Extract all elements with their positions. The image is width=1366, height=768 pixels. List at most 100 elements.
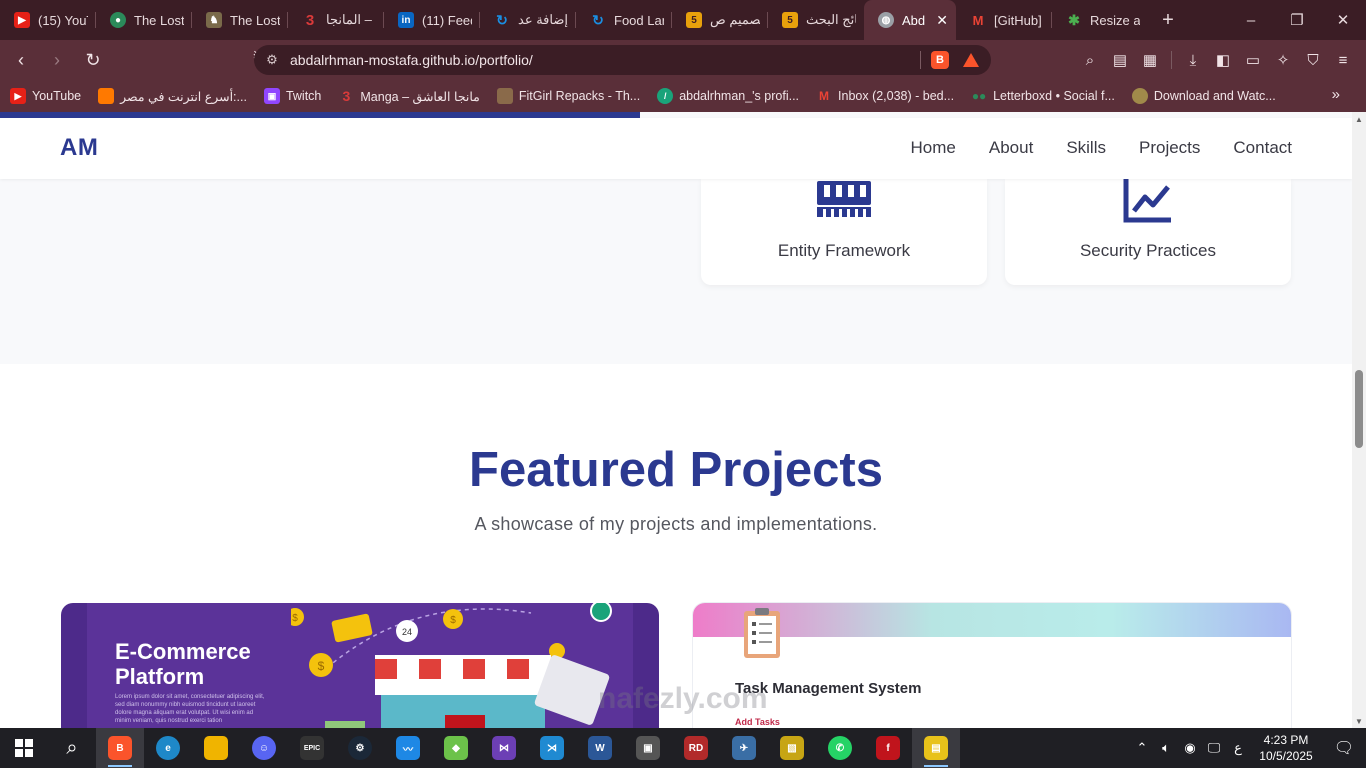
tab-linkedin[interactable]: in (11) Feed <box>384 0 480 40</box>
app-blue-icon: 〰 <box>396 736 420 760</box>
nav-projects[interactable]: Projects <box>1139 138 1200 158</box>
bluestacks-icon: ◆ <box>444 736 468 760</box>
search-button[interactable]: ⌕ <box>48 728 96 768</box>
project-card-ecommerce[interactable]: E-Commerce Platform Lorem ipsum dolor si… <box>61 603 659 728</box>
project-card-task-management[interactable]: Task Management System Add Tasks <box>693 603 1291 728</box>
wallet-icon[interactable]: ▭ <box>1238 45 1268 75</box>
site-logo[interactable]: AM <box>60 134 98 162</box>
volume-icon[interactable]: 🔈︎ <box>1154 740 1178 756</box>
epic-games-icon: EPIC <box>300 736 324 760</box>
sidebar-icon[interactable]: ◧ <box>1208 45 1238 75</box>
notifications-icon[interactable]: 🗨︎ <box>1322 738 1366 758</box>
five-icon: 5 <box>686 12 702 28</box>
url-text[interactable]: abdalrhman-mostafa.github.io/portfolio/ <box>290 52 920 68</box>
tab-add-arabic[interactable]: ↻ إضافة عد <box>480 0 576 40</box>
keyboard-language[interactable]: ع <box>1226 740 1250 756</box>
taskbar-visual-studio[interactable]: ⋈ <box>480 728 528 768</box>
toolbar-divider <box>1171 51 1172 69</box>
bookmark-download[interactable]: Download and Watc... <box>1131 88 1276 104</box>
nav-contact[interactable]: Contact <box>1233 138 1292 158</box>
taskbar-discord[interactable]: ☺ <box>240 728 288 768</box>
taskbar-wing-app[interactable]: ✈ <box>720 728 768 768</box>
brave-shields-icon[interactable]: B <box>931 51 949 69</box>
forward-button[interactable]: › <box>42 45 72 75</box>
downloads-icon[interactable]: ⤓ <box>1178 45 1208 75</box>
nav-skills[interactable]: Skills <box>1066 138 1106 158</box>
leo-ai-icon[interactable]: ✧ <box>1268 45 1298 75</box>
skill-card-entity-framework: Entity Framework <box>701 179 987 285</box>
tab-manga[interactable]: 3 المانجا – <box>288 0 384 40</box>
taskbar-file-explorer[interactable] <box>192 728 240 768</box>
svg-text:24: 24 <box>402 627 412 637</box>
bookmark-profile[interactable]: / abdalrhman_'s profi... <box>657 88 799 104</box>
reload-button[interactable]: ↻ <box>78 45 108 75</box>
minimize-button[interactable]: – <box>1228 0 1274 40</box>
bookmark-twitch[interactable]: ▣ Twitch <box>263 88 321 104</box>
scroll-progress-bar <box>0 112 640 118</box>
nav-home[interactable]: Home <box>911 138 956 158</box>
close-tab-icon[interactable]: ✕ <box>936 12 948 29</box>
letterboxd-icon: ● <box>110 12 126 28</box>
taskbar-steam[interactable]: ⚙ <box>336 728 384 768</box>
system-tray: ⌃ 🔈︎ ◉ 🖵︎ ع 4:23 PM 10/5/2025 🗨︎ <box>1130 728 1366 768</box>
network-icon[interactable]: 🖵︎ <box>1202 740 1226 756</box>
back-button[interactable]: ‹ <box>6 45 36 75</box>
vpn-shield-icon[interactable]: ⛉ <box>1298 45 1328 75</box>
tab-search-results[interactable]: 5نتائج البحث <box>768 0 864 40</box>
taskbar-rd-app[interactable]: RD <box>672 728 720 768</box>
taskbar-word[interactable]: W <box>576 728 624 768</box>
brave-rewards-icon[interactable] <box>963 53 979 67</box>
tab-github-gmail[interactable]: M [GitHub] <box>956 0 1052 40</box>
tab-the-lost-2[interactable]: ♞ The Lost <box>192 0 288 40</box>
bookmark-inbox[interactable]: M Inbox (2,038) - bed... <box>816 88 954 104</box>
bookmark-manga[interactable]: 3 Manga – مانجا العاشق <box>338 88 479 104</box>
twitch-icon: ▣ <box>263 88 280 104</box>
close-window-button[interactable]: ✕ <box>1320 0 1366 40</box>
tab-design-arabic[interactable]: 5 تصميم ص <box>672 0 768 40</box>
taskbar-bluestacks[interactable]: ◆ <box>432 728 480 768</box>
page-search-icon[interactable]: ⌕ <box>1075 45 1105 75</box>
skill-title: Entity Framework <box>777 241 911 260</box>
scroll-down-arrow-icon[interactable]: ▼ <box>1352 714 1366 728</box>
camera-icon[interactable]: ◉ <box>1178 740 1202 756</box>
taskbar-app-blue[interactable]: 〰 <box>384 728 432 768</box>
clock[interactable]: 4:23 PM 10/5/2025 <box>1250 732 1322 764</box>
menu-icon[interactable]: ≡ <box>1328 45 1358 75</box>
reader-mode-icon[interactable]: ▤ <box>1105 45 1135 75</box>
bookmark-youtube[interactable]: ▶ YouTube <box>10 88 81 104</box>
bookmark-letterboxd[interactable]: ●● Letterboxd • Social f... <box>971 88 1115 104</box>
bookmark-fitgirl[interactable]: FitGirl Repacks - Th... <box>496 88 640 104</box>
tab-youtube[interactable]: ▶(15) YouT <box>0 0 96 40</box>
clock-date: 10/5/2025 <box>1259 749 1313 763</box>
clock-time: 4:23 PM <box>1263 733 1309 747</box>
arrow-right-icon: › <box>54 49 60 70</box>
maximize-button[interactable]: ❐ <box>1274 0 1320 40</box>
tab-food-landing[interactable]: ↻ Food Lar <box>576 0 672 40</box>
taskbar-pic-app[interactable]: ▧ <box>768 728 816 768</box>
taskbar-edge[interactable]: e <box>144 728 192 768</box>
address-bar[interactable]: ⚙ abdalrhman-mostafa.github.io/portfolio… <box>254 45 991 75</box>
taskbar-photo-app[interactable]: ▣ <box>624 728 672 768</box>
page-scrollbar[interactable]: ▲ ▼ <box>1352 112 1366 728</box>
taskbar-whatsapp[interactable]: ✆ <box>816 728 864 768</box>
start-button[interactable] <box>0 728 48 768</box>
taskbar-yellow-app[interactable]: ▤ <box>912 728 960 768</box>
site-settings-icon[interactable]: ⚙ <box>254 52 290 68</box>
bookmark-orange[interactable]: أسرع انترنت في مصر:... <box>98 88 247 104</box>
scroll-up-arrow-icon[interactable]: ▲ <box>1352 112 1366 126</box>
scrollbar-thumb[interactable] <box>1355 370 1363 448</box>
taskbar-brave[interactable]: B <box>96 728 144 768</box>
taskbar-vs-code[interactable]: ⋊ <box>528 728 576 768</box>
clipboard-icon <box>744 608 780 658</box>
tab-the-lost-1[interactable]: ● The Lost <box>96 0 192 40</box>
bookmarks-overflow-button[interactable]: » <box>1332 86 1340 103</box>
new-tab-button[interactable]: + <box>1148 9 1188 32</box>
tray-overflow-icon[interactable]: ⌃ <box>1130 740 1154 756</box>
qr-code-icon[interactable]: ▦ <box>1135 45 1165 75</box>
tab-portfolio-active[interactable]: ◍ Abd ✕ <box>864 0 956 40</box>
taskbar-epic-games[interactable]: EPIC <box>288 728 336 768</box>
nav-about[interactable]: About <box>989 138 1033 158</box>
tab-resize[interactable]: ✱ Resize ar <box>1052 0 1148 40</box>
arrow-left-icon: ‹ <box>18 49 24 70</box>
taskbar-red-app[interactable]: f <box>864 728 912 768</box>
